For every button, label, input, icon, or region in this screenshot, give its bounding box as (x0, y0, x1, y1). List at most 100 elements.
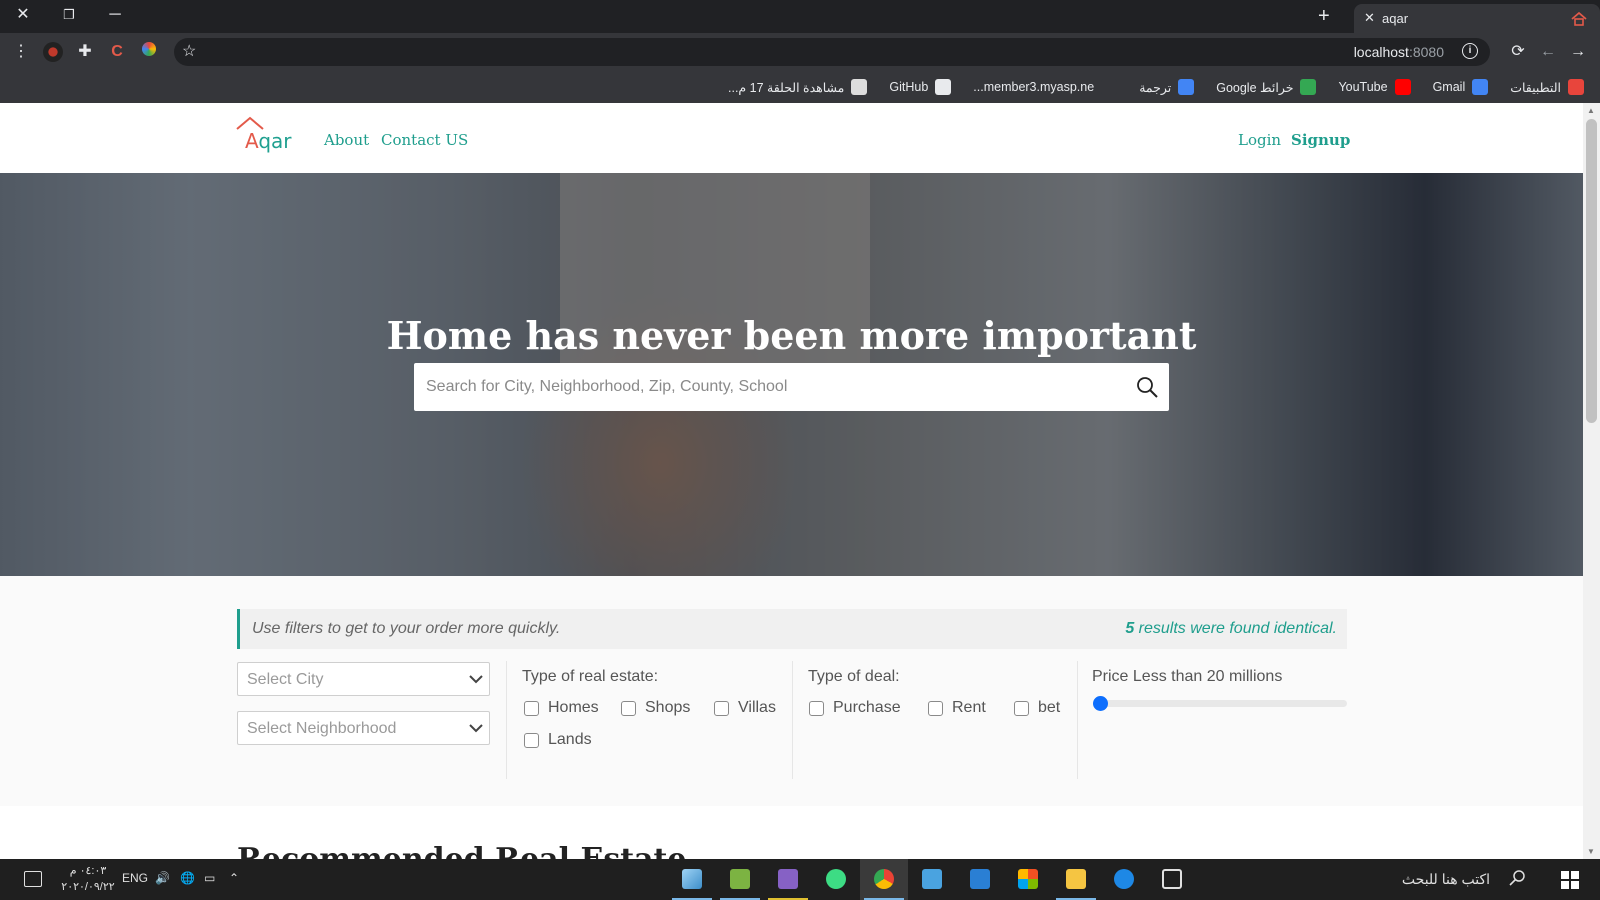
page-scrollbar[interactable]: ▲ ▼ (1583, 103, 1600, 859)
forward-arrow-icon[interactable]: → (1568, 42, 1588, 62)
taskbar-chrome-icon[interactable] (860, 859, 908, 900)
filters-info-bar: Use filters to get to your order more qu… (237, 609, 1347, 649)
language-indicator[interactable]: ENG (122, 871, 148, 885)
github-icon (935, 79, 952, 95)
bookmark-star-icon[interactable]: ☆ (182, 41, 196, 61)
checkbox-label: Shops (645, 699, 691, 716)
new-tab-icon[interactable]: + (1318, 6, 1330, 26)
taskbar-file-explorer-icon[interactable] (1052, 859, 1100, 900)
taskbar-clock[interactable]: ٠٤:٠٣ م ٢٠٢٠/٠٩/٢٢ (58, 863, 118, 895)
hero-search-box (414, 363, 1169, 411)
bookmark-item[interactable]: خرائط Google (1216, 79, 1317, 95)
checkbox-box[interactable] (714, 700, 729, 716)
taskbar-lambda-app-icon[interactable] (716, 859, 764, 900)
site-navbar: Aqar About Contact US Login Signup (0, 103, 1583, 173)
tab-title: aqar (1382, 11, 1409, 26)
taskbar-edge-icon[interactable] (1100, 859, 1148, 900)
network-globe-icon[interactable]: 🌐 (180, 871, 195, 885)
minimize-window-icon[interactable]: ─ (92, 0, 138, 32)
reload-icon[interactable]: ⟳ (1508, 42, 1528, 62)
checkbox-rent[interactable]: Rent (928, 699, 986, 717)
logo-text: Aqar (245, 129, 292, 153)
aqar-logo[interactable]: Aqar (236, 115, 306, 153)
taskbar-android-studio-icon[interactable] (812, 859, 860, 900)
nav-signup-link[interactable]: Signup (1291, 131, 1350, 149)
notification-center-icon[interactable] (24, 871, 42, 887)
battery-icon[interactable]: ▭ (204, 871, 215, 885)
checkbox-box[interactable] (809, 700, 824, 716)
price-slider-track[interactable] (1098, 700, 1347, 707)
tray-expand-chevron-icon[interactable]: ⌃ (229, 871, 239, 885)
taskbar-mail-icon[interactable] (956, 859, 1004, 900)
real-estate-type-label: Type of real estate: (522, 668, 659, 685)
close-window-icon[interactable]: ✕ (0, 0, 46, 32)
bookmark-item[interactable]: التطبيقات (1510, 79, 1584, 95)
taskbar-store-icon[interactable] (1004, 859, 1052, 900)
checkbox-lands[interactable]: Lands (524, 731, 592, 749)
web-page: Aqar About Contact US Login Signup Home … (0, 103, 1583, 859)
checkbox-box[interactable] (524, 700, 539, 716)
browser-toolbar: ⋮ ✚ C ☆ localhost:8080 i ⟳ ← → (0, 33, 1600, 71)
browser-tab[interactable]: ✕ aqar (1354, 4, 1600, 33)
scroll-up-arrow-icon[interactable]: ▲ (1587, 106, 1595, 115)
taskbar-search[interactable]: اكتب هنا للبحث (1360, 859, 1548, 900)
bookmark-item[interactable]: Gmail (1433, 79, 1489, 95)
bookmark-item[interactable]: YouTube (1338, 79, 1411, 95)
nav-contact-link[interactable]: Contact US (381, 131, 468, 149)
windows-start-icon[interactable] (1561, 871, 1579, 889)
neighborhood-select-value: Select Neighborhood (247, 720, 397, 737)
apps-grid-icon (1568, 79, 1584, 95)
back-arrow-icon[interactable]: ← (1538, 42, 1558, 62)
recommended-section-title: Recommended Real Estate (237, 842, 686, 859)
bookmark-item[interactable]: ترجمة (1139, 79, 1195, 95)
windows-taskbar: ٠٤:٠٣ م ٢٠٢٠/٠٩/٢٢ ENG 🔊 🌐 ▭ ⌃ اكتب هنا … (0, 859, 1600, 900)
bookmark-item[interactable]: مشاهدة الحلقة 17 م... (728, 79, 868, 95)
taskbar-task-view-icon[interactable] (1148, 859, 1196, 900)
neighborhood-select[interactable]: Select Neighborhood (237, 711, 490, 745)
checkbox-box[interactable] (621, 700, 636, 716)
bookmark-label: member3.myasp.ne... (973, 80, 1095, 94)
taskbar-remote-desktop-icon[interactable] (908, 859, 956, 900)
results-count-text: 5 results were found identical. (1125, 620, 1337, 637)
menu-kebab-icon[interactable]: ⋮ (11, 42, 31, 62)
extensions-puzzle-icon[interactable]: ✚ (75, 42, 95, 62)
extension-color-icon[interactable] (139, 42, 159, 62)
column-divider (1077, 661, 1078, 779)
checkbox-box[interactable] (928, 700, 943, 716)
checkbox-shops[interactable]: Shops (621, 699, 690, 717)
price-slider-thumb[interactable] (1093, 696, 1108, 711)
recommended-section: Recommended Real Estate (0, 806, 1583, 859)
site-info-icon[interactable]: i (1462, 43, 1478, 59)
taskbar-visual-studio-icon[interactable] (764, 859, 812, 900)
price-label: Price Less than 20 millions (1092, 668, 1283, 685)
checkbox-label: bet (1038, 699, 1061, 716)
taskbar-notepad-app-icon[interactable] (668, 859, 716, 900)
nav-about-link[interactable]: About (324, 131, 369, 149)
checkbox-villas[interactable]: Villas (714, 699, 776, 717)
address-bar[interactable]: ☆ localhost:8080 i (174, 38, 1490, 66)
google-icon (1472, 79, 1489, 95)
scroll-down-arrow-icon[interactable]: ▼ (1587, 847, 1595, 856)
search-icon[interactable] (1135, 375, 1159, 399)
filters-section: Use filters to get to your order more qu… (0, 576, 1583, 806)
checkbox-bet[interactable]: bet (1014, 699, 1060, 717)
bookmark-item[interactable]: GitHub (889, 79, 952, 95)
city-select[interactable]: Select City (237, 662, 490, 696)
bookmark-label: خرائط Google (1216, 80, 1294, 95)
url-text: localhost:8080 (1353, 44, 1444, 60)
bookmark-label: Gmail (1432, 80, 1466, 94)
hero-search-input[interactable] (414, 363, 1114, 411)
checkbox-purchase[interactable]: Purchase (809, 699, 901, 717)
scrollbar-thumb[interactable] (1586, 119, 1597, 423)
restore-window-icon[interactable]: ❐ (46, 0, 92, 32)
profile-avatar-icon[interactable] (43, 42, 63, 62)
checkbox-box[interactable] (1014, 700, 1029, 716)
checkbox-homes[interactable]: Homes (524, 699, 599, 717)
bookmark-item[interactable]: member3.myasp.ne... (973, 79, 1118, 95)
tab-close-icon[interactable]: ✕ (1364, 10, 1375, 26)
checkbox-box[interactable] (524, 732, 539, 748)
volume-icon[interactable]: 🔊 (155, 871, 170, 885)
nav-login-link[interactable]: Login (1238, 131, 1281, 149)
extension-c-icon[interactable]: C (107, 42, 127, 62)
browser-tab-bar: ✕ ❐ ─ + ✕ aqar (0, 0, 1600, 33)
